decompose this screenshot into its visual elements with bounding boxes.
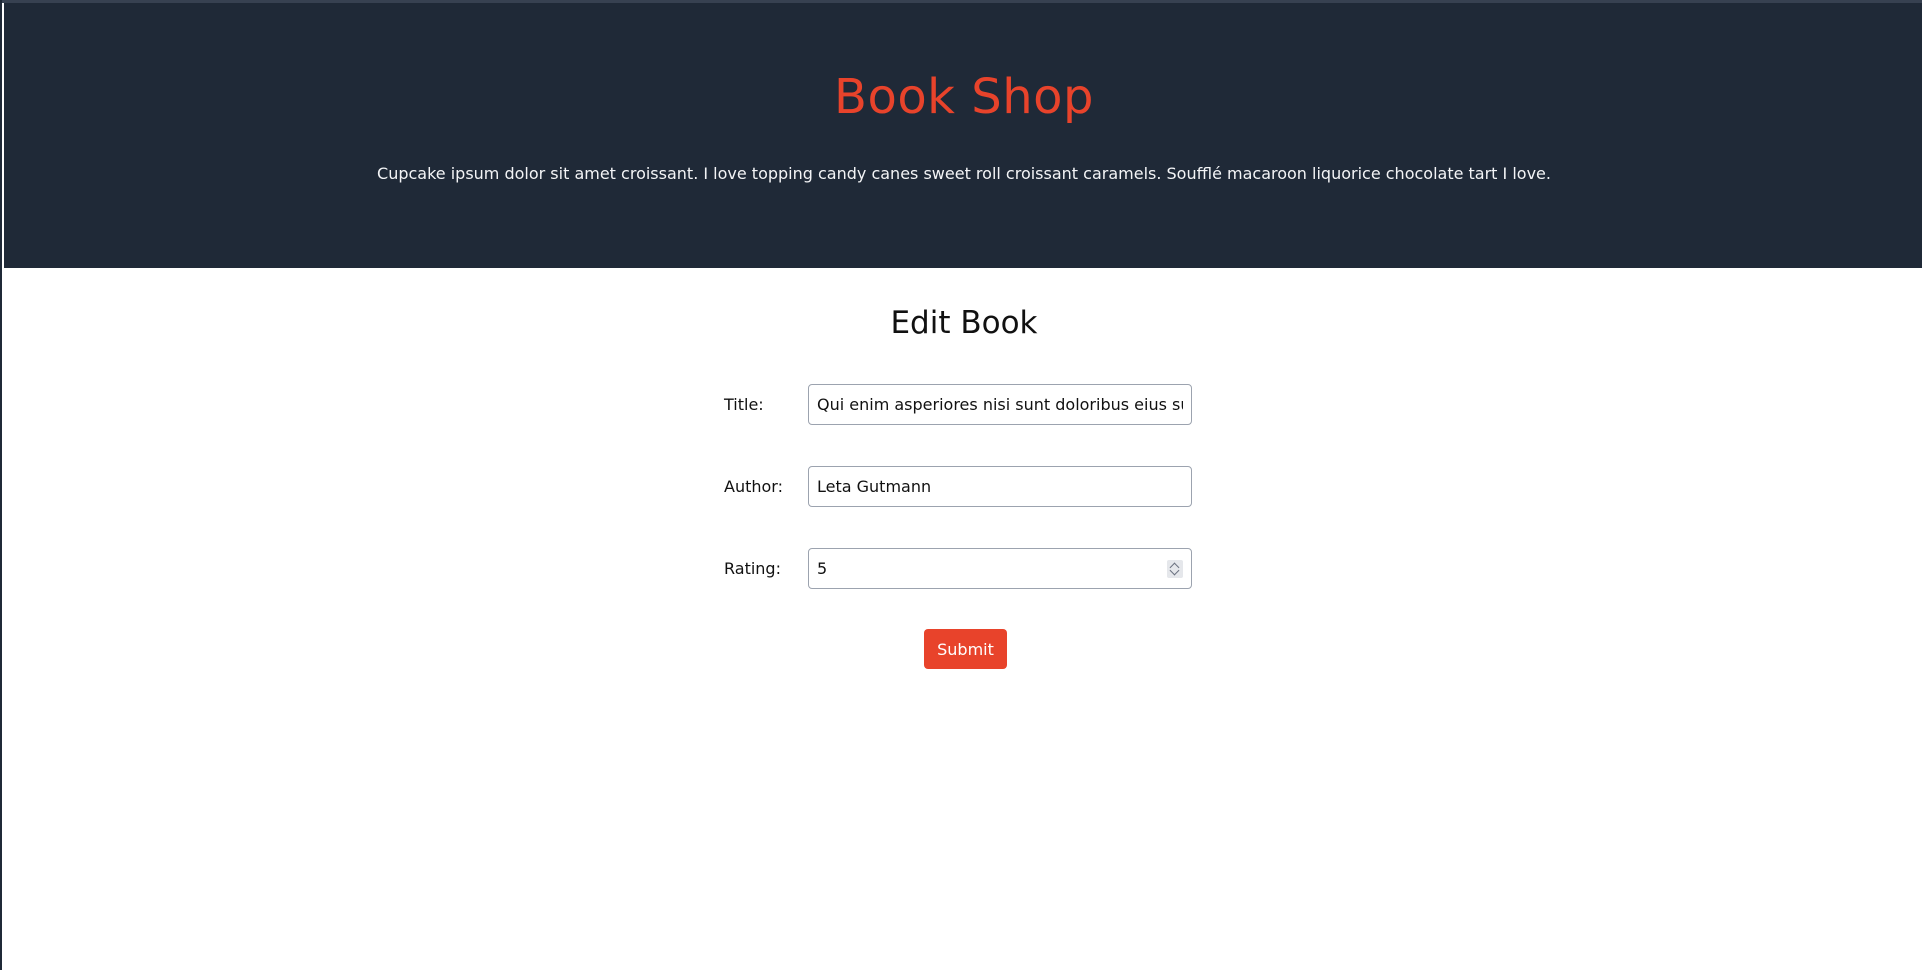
submit-button[interactable]: Submit	[924, 629, 1007, 669]
title-label: Title:	[724, 395, 764, 414]
title-row: Title:	[724, 384, 1194, 426]
page-title: Edit Book	[890, 305, 1038, 341]
number-spinner-icon[interactable]	[1167, 560, 1183, 578]
rating-field-box	[808, 548, 1192, 589]
site-title: Book Shop	[834, 69, 1094, 125]
title-field-box	[808, 384, 1192, 425]
edit-book-section: Edit Book Title: Author: Rating:	[4, 268, 1922, 970]
page: Book Shop Cupcake ipsum dolor sit amet c…	[0, 0, 1922, 970]
title-input[interactable]	[809, 385, 1191, 424]
rating-row: Rating:	[724, 548, 1194, 590]
site-tagline: Cupcake ipsum dolor sit amet croissant. …	[377, 164, 1551, 183]
author-label: Author:	[724, 477, 783, 496]
site-header: Book Shop Cupcake ipsum dolor sit amet c…	[4, 3, 1922, 268]
rating-label: Rating:	[724, 559, 781, 578]
rating-input[interactable]	[809, 549, 1191, 588]
author-row: Author:	[724, 466, 1194, 508]
author-input[interactable]	[809, 467, 1191, 506]
author-field-box	[808, 466, 1192, 507]
